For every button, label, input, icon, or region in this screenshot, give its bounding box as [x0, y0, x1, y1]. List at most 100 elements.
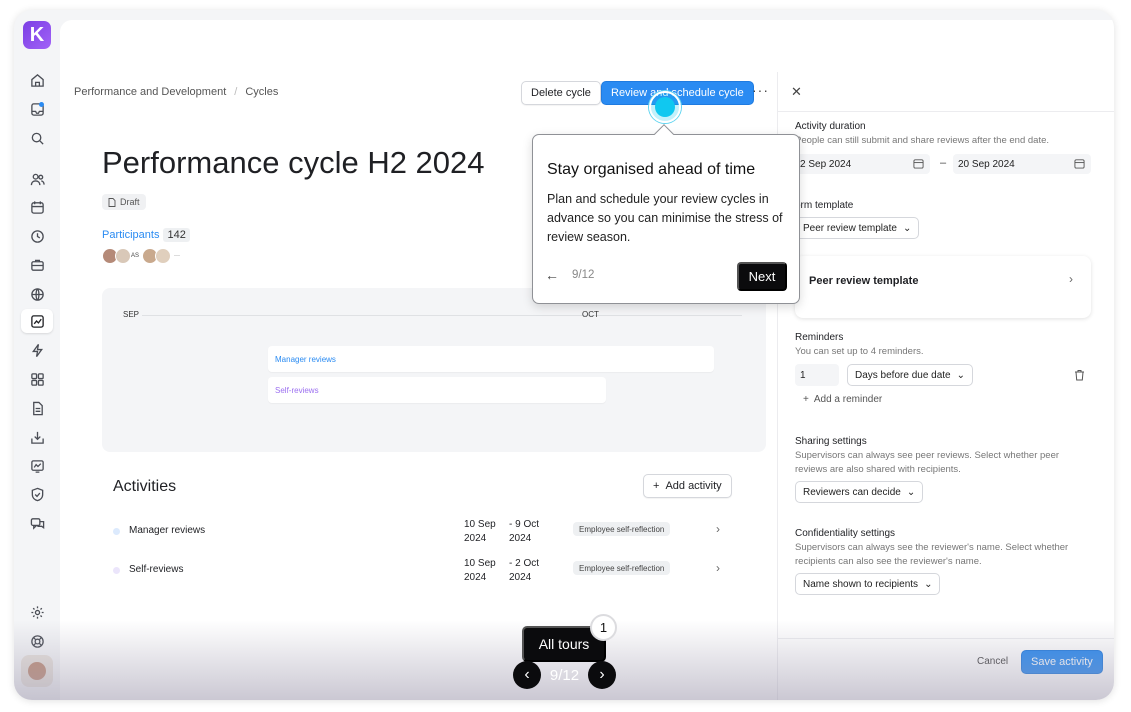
- help-icon[interactable]: [27, 631, 47, 651]
- add-reminder-label: Add a reminder: [813, 394, 883, 405]
- end-date-value: 20 Sep 2024: [958, 158, 1015, 170]
- download-icon[interactable]: [27, 427, 47, 447]
- sharing-select[interactable]: Reviewers can decide ⌄: [795, 481, 924, 503]
- cycle-timeline: SEP OCT Manager reviews Self-reviews: [102, 288, 766, 452]
- close-icon[interactable]: ✕: [791, 84, 802, 100]
- confidentiality-subtitle: Supervisors can always see the reviewer'…: [795, 542, 1069, 567]
- reminders-title: Reminders: [795, 332, 844, 343]
- main-content: Performance and Development / Cycles Del…: [60, 20, 1114, 700]
- end-date-field[interactable]: 20 Sep 2024: [953, 154, 1091, 174]
- activities-title: Activities: [113, 478, 177, 495]
- chat-icon[interactable]: [27, 513, 47, 533]
- chevron-right-icon[interactable]: ›: [587, 661, 616, 689]
- cancel-button[interactable]: Cancel: [977, 656, 1008, 667]
- timeline-axis: [142, 315, 742, 316]
- calendar-icon: [1074, 159, 1085, 169]
- sharing-subtitle: Supervisors can always see peer reviews.…: [795, 450, 1060, 475]
- add-activity-label: Add activity: [665, 480, 722, 492]
- form-template-value: Peer review template: [803, 222, 897, 234]
- activity-row[interactable]: Self-reviews 10 Sep 2024 - 2 Oct 2024 Empl…: [113, 557, 733, 591]
- tour-beacon[interactable]: [649, 91, 681, 123]
- document-icon[interactable]: [27, 398, 47, 418]
- home-icon[interactable]: [27, 70, 47, 90]
- payroll-icon[interactable]: [27, 255, 47, 275]
- status-badge-label: Draft: [120, 197, 140, 207]
- timeline-bar-manager-reviews[interactable]: Manager reviews: [268, 346, 714, 372]
- calendar-icon[interactable]: [27, 197, 47, 217]
- calendar-icon: [913, 159, 924, 169]
- next-button[interactable]: Next: [737, 262, 787, 291]
- clock-icon[interactable]: [27, 226, 47, 246]
- activity-tag: Employee self-reflection: [573, 522, 671, 536]
- chevron-right-icon: ›: [1069, 272, 1073, 286]
- breadcrumb: Performance and Development / Cycles: [74, 86, 278, 98]
- user-avatar[interactable]: [21, 655, 53, 687]
- plus-icon: +: [653, 480, 660, 492]
- date-separator: –: [940, 157, 947, 169]
- timeline-bar-self-reviews[interactable]: Self-reviews: [268, 377, 606, 403]
- more-options-icon[interactable]: ···: [752, 82, 769, 98]
- tour-tooltip: Stay organised ahead of time Plan and sc…: [532, 124, 800, 304]
- tour-pager: ‹ 9/12 ›: [513, 661, 616, 689]
- reminders-subtitle: You can set up to 4 reminders.: [795, 346, 924, 357]
- form-template-select[interactable]: Peer review template ⌄: [795, 217, 920, 239]
- form-template-card-name: Peer review template: [809, 275, 919, 287]
- activity-start-date: 10 Sep 2024: [464, 558, 496, 583]
- app-window: K Performance and Development / Cycles D…: [14, 10, 1114, 700]
- beacon-core: [655, 97, 675, 117]
- activity-bullet: [113, 528, 120, 535]
- app-logo[interactable]: K: [23, 21, 51, 49]
- breadcrumb-item[interactable]: Cycles: [245, 86, 278, 98]
- duration-subtitle: People can still submit and share review…: [795, 135, 1050, 146]
- delete-cycle-button[interactable]: Delete cycle: [521, 81, 601, 105]
- sharing-title: Sharing settings: [795, 436, 867, 447]
- confidentiality-title: Confidentiality settings: [795, 528, 896, 539]
- settings-icon[interactable]: [27, 602, 47, 622]
- activity-row[interactable]: Manager reviews 10 Sep 2024 - 9 Oct 2024 E…: [113, 518, 733, 552]
- chevron-right-icon[interactable]: ›: [716, 561, 720, 575]
- divider: [778, 638, 1114, 639]
- participants-link[interactable]: Participants 142: [102, 228, 190, 242]
- participant-avatars[interactable]: AS ···: [102, 248, 183, 264]
- chevron-right-icon[interactable]: ›: [716, 522, 720, 536]
- back-arrow-icon[interactable]: ←: [545, 267, 559, 283]
- tooltip-title: Stay organised ahead of time: [547, 161, 756, 178]
- form-template-card[interactable]: Peer review template ›: [795, 256, 1091, 318]
- plus-icon: +: [803, 394, 809, 405]
- start-date-field[interactable]: 2 Sep 2024: [795, 154, 930, 174]
- people-icon[interactable]: [27, 169, 47, 189]
- confidentiality-select[interactable]: Name shown to recipients ⌄: [795, 573, 941, 595]
- avatar: [115, 248, 131, 264]
- save-activity-button[interactable]: Save activity: [1021, 650, 1103, 674]
- confidentiality-value: Name shown to recipients: [803, 578, 919, 590]
- activity-tag: Employee self-reflection: [573, 561, 671, 575]
- reminder-unit-select[interactable]: Days before due date ⌄: [847, 364, 974, 386]
- shield-icon[interactable]: [27, 484, 47, 504]
- add-reminder-link[interactable]: + Add a reminder: [803, 394, 882, 405]
- pager-label: 9/12: [549, 666, 580, 684]
- performance-icon[interactable]: [21, 309, 53, 333]
- chevron-down-icon: ⌄: [902, 222, 912, 234]
- sharing-value: Reviewers can decide: [803, 486, 901, 498]
- status-badge: Draft: [102, 194, 146, 210]
- trash-icon[interactable]: [1074, 369, 1085, 381]
- reminder-value-input[interactable]: 1: [795, 364, 839, 386]
- chevron-left-icon[interactable]: ‹: [513, 661, 541, 689]
- form-template-title: orm template: [795, 200, 854, 211]
- search-icon[interactable]: [27, 128, 47, 148]
- activity-panel: ✕ Activity duration People can still sub…: [777, 72, 1114, 700]
- notification-dot: [39, 102, 44, 107]
- lightning-icon[interactable]: [27, 340, 47, 360]
- inbox-icon[interactable]: [27, 99, 47, 119]
- page-title: Performance cycle H2 2024: [102, 145, 485, 180]
- add-activity-button[interactable]: + Add activity: [643, 474, 732, 498]
- breadcrumb-item[interactable]: Performance and Development: [74, 86, 226, 98]
- duration-title: Activity duration: [795, 121, 866, 132]
- apps-icon[interactable]: [27, 369, 47, 389]
- tooltip-step: 9/12: [572, 269, 595, 281]
- breadcrumb-separator: /: [234, 86, 238, 98]
- avatar: [155, 248, 172, 264]
- analytics-icon[interactable]: [27, 456, 47, 476]
- globe-icon[interactable]: [27, 284, 47, 304]
- activity-bullet: [113, 567, 120, 574]
